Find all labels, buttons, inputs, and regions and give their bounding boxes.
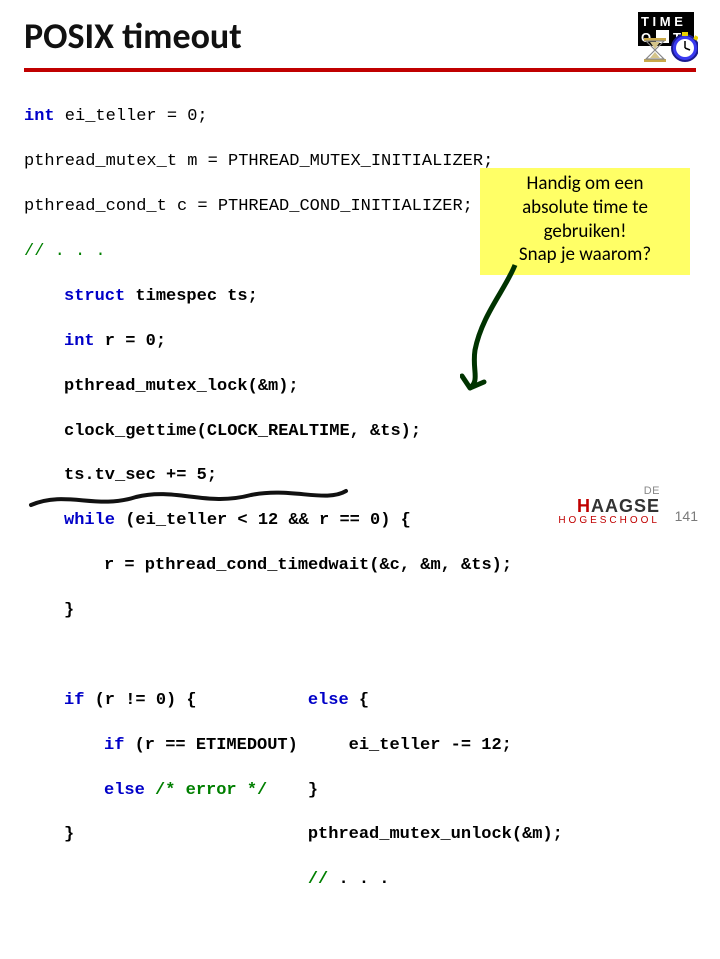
callout-line: gebruiken! (486, 220, 684, 244)
logo-text: AAGSE (591, 496, 660, 516)
code-line: ts.tv_sec += 5; (64, 465, 696, 487)
timeout-icon: T I M E O T (588, 12, 698, 69)
keyword-struct: struct (64, 287, 125, 306)
keyword-while: while (64, 511, 115, 530)
keyword-else: else (308, 691, 349, 710)
code-text: r = 0; (95, 332, 166, 351)
svg-text:O: O (641, 30, 651, 45)
keyword-if: if (64, 691, 84, 710)
code-comment: /* error */ (145, 781, 267, 800)
code-line: pthread_mutex_unlock(&m); (308, 824, 563, 846)
code-line: } (308, 780, 563, 802)
code-line: ei_teller -= 12; (308, 735, 563, 757)
keyword-int: int (24, 107, 55, 126)
code-text: { (349, 691, 369, 710)
keyword-else: else (104, 781, 145, 800)
code-text: (ei_teller < 12 && r == 0) { (115, 511, 411, 530)
code-line: } (64, 824, 298, 846)
code-text: . . . (328, 870, 389, 889)
code-text: (r == ETIMEDOUT) (124, 736, 297, 755)
logo-subtitle: HOGESCHOOL (558, 516, 660, 526)
svg-text:T I M E: T I M E (641, 14, 683, 29)
code-text: timespec ts; (125, 287, 258, 306)
page-number: 141 (675, 508, 698, 524)
code-comment: // (308, 870, 328, 889)
school-logo: DE HAAGSE HOGESCHOOL (558, 486, 660, 526)
callout-box: Handig om een absolute time te gebruiken… (480, 168, 690, 275)
code-right-column: else { ei_teller -= 12; } pthread_mutex_… (308, 667, 563, 936)
callout-line: Snap je waarom? (486, 243, 684, 267)
keyword-if: if (104, 736, 124, 755)
keyword-int: int (64, 332, 95, 351)
code-text: (r != 0) { (84, 691, 196, 710)
callout-line: Handig om een (486, 172, 684, 196)
code-text: ei_teller = 0; (55, 107, 208, 126)
code-left-column: if (r != 0) { if (r == ETIMEDOUT) else /… (24, 667, 298, 891)
code-line: pthread_mutex_lock(&m); (64, 376, 696, 398)
callout-line: absolute time te (486, 196, 684, 220)
code-line: clock_gettime(CLOCK_REALTIME, &ts); (64, 421, 696, 443)
logo-letter: H (577, 496, 591, 516)
code-line: } (64, 600, 696, 622)
code-line: r = pthread_cond_timedwait(&c, &m, &ts); (104, 555, 696, 577)
